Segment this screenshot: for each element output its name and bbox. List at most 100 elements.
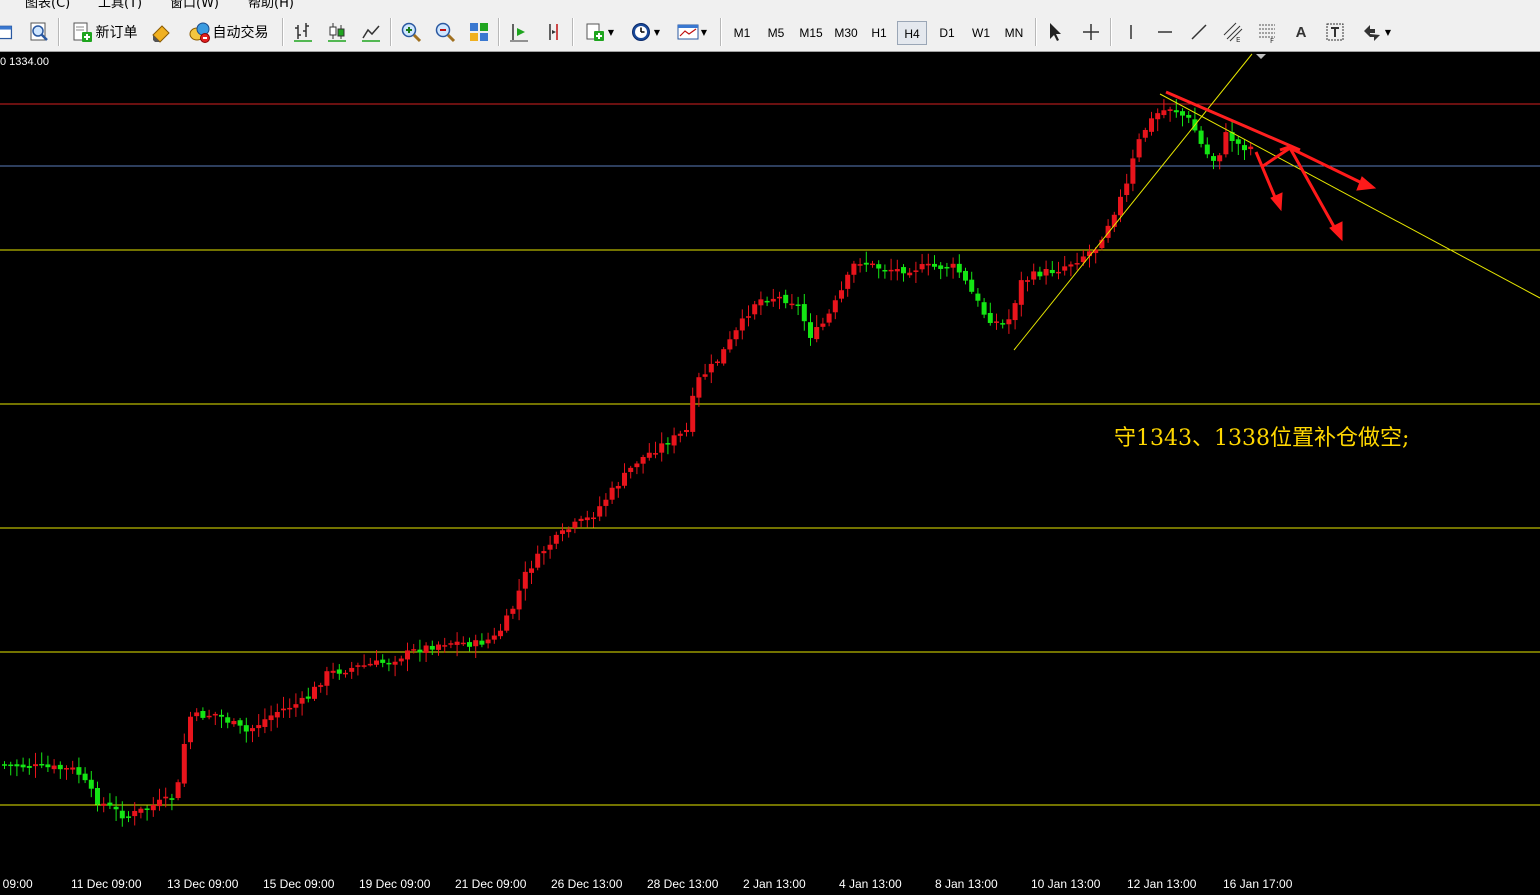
- candle-body: [795, 304, 801, 306]
- candle-body: [1025, 280, 1030, 282]
- candle-body: [454, 641, 460, 645]
- candle-body: [603, 499, 609, 506]
- candle-body: [113, 806, 119, 810]
- chart-shift-button[interactable]: [540, 18, 566, 46]
- candle-body: [690, 395, 696, 432]
- candle-body: [1235, 139, 1241, 144]
- profiles-button[interactable]: [0, 18, 18, 46]
- candle-body: [956, 263, 962, 273]
- periods-button[interactable]: ▼: [626, 18, 664, 46]
- candlestick-button[interactable]: [324, 18, 350, 46]
- candle-body: [1155, 113, 1161, 120]
- candle-body: [820, 323, 826, 327]
- candle-body: [1167, 109, 1173, 111]
- vertical-line-button[interactable]: [1118, 18, 1144, 46]
- line-chart-button[interactable]: [358, 18, 384, 46]
- candle-body: [653, 453, 658, 455]
- candle-body: [460, 642, 466, 645]
- downtrend-channel-line[interactable]: [1159, 93, 1540, 299]
- timeframe-m5[interactable]: M5: [761, 21, 791, 45]
- resistance-trendline[interactable]: [1165, 90, 1301, 152]
- chart-area[interactable]: 0 1334.00 守1343、1338位置补仓做空; 9 Dec 09:00 …: [0, 52, 1540, 895]
- equidistant-channel-button[interactable]: E: [1220, 18, 1246, 46]
- tile-windows-button[interactable]: [466, 18, 492, 46]
- candle-body: [442, 645, 448, 647]
- trade-annotation[interactable]: 守1343、1338位置补仓做空;: [1114, 420, 1409, 452]
- candle-body: [1043, 269, 1049, 276]
- candle-body: [1031, 271, 1037, 280]
- candle-body: [367, 663, 373, 666]
- candle-body: [969, 279, 975, 292]
- toolbar: 新订单 自动交易 ▼ ▼ ▼ M1 M5 M15 M30 H1 H4 D1 W1…: [0, 10, 1540, 52]
- menu-tools[interactable]: 工具(T): [98, 0, 142, 10]
- candle-body: [355, 665, 361, 667]
- new-order-icon: [73, 22, 92, 42]
- chart-shift-marker[interactable]: [1256, 54, 1266, 59]
- candle-body: [882, 269, 888, 272]
- auto-scroll-icon: [510, 24, 528, 42]
- auto-scroll-button[interactable]: [506, 18, 532, 46]
- auto-trade-button[interactable]: 自动交易: [182, 18, 274, 46]
- candle-body: [932, 263, 937, 267]
- clock-icon: [631, 23, 650, 41]
- cursor-arrow-icon: [1050, 23, 1061, 41]
- bar-chart-button[interactable]: [290, 18, 316, 46]
- x-axis-label: 26 Dec 13:00: [551, 877, 623, 891]
- candle-body: [907, 272, 913, 276]
- menu-help[interactable]: 帮助(H): [248, 0, 294, 10]
- metaeditor-button[interactable]: [148, 18, 174, 46]
- trendline-button[interactable]: [1186, 18, 1212, 46]
- candle-body: [578, 518, 584, 521]
- candle-body: [1242, 145, 1247, 151]
- horizontal-line-button[interactable]: [1152, 18, 1178, 46]
- candle-body: [262, 719, 268, 727]
- candle-body: [349, 667, 355, 672]
- uptrend-line[interactable]: [1013, 53, 1253, 351]
- text-label-button[interactable]: [1322, 18, 1348, 46]
- zoom-out-button[interactable]: [432, 18, 458, 46]
- candle-body: [163, 796, 169, 799]
- print-preview-button[interactable]: [26, 18, 52, 46]
- candle-body: [8, 764, 14, 767]
- timeframe-m15[interactable]: M15: [795, 21, 827, 45]
- text-tool-button[interactable]: A: [1288, 18, 1314, 46]
- candle-body: [609, 487, 615, 500]
- price-chart[interactable]: [0, 52, 1540, 895]
- candle-body: [1223, 132, 1229, 155]
- timeframe-h1[interactable]: H1: [864, 21, 894, 45]
- new-order-button[interactable]: 新订单: [66, 18, 142, 46]
- zoom-in-button[interactable]: [398, 18, 424, 46]
- timeframe-m1[interactable]: M1: [727, 21, 757, 45]
- candle-body: [343, 672, 348, 675]
- timeframe-mn[interactable]: MN: [999, 21, 1029, 45]
- arrows-button[interactable]: ▼: [1356, 18, 1396, 46]
- candle-body: [33, 764, 38, 767]
- fibonacci-button[interactable]: F: [1254, 18, 1280, 46]
- timeframe-w1[interactable]: W1: [966, 21, 996, 45]
- candle-body: [188, 716, 193, 743]
- menu-chart[interactable]: 图表(C): [25, 0, 70, 10]
- crosshair-button[interactable]: [1078, 18, 1104, 46]
- candle-body: [70, 767, 76, 770]
- cursor-button[interactable]: [1042, 18, 1068, 46]
- timeframe-m30[interactable]: M30: [830, 21, 862, 45]
- candle-body: [57, 764, 63, 770]
- menu-window[interactable]: 窗口(W): [170, 0, 219, 10]
- timeframe-h4[interactable]: H4: [897, 21, 927, 45]
- chart-shift-icon: [549, 24, 558, 40]
- candle-body: [243, 725, 249, 732]
- timeframe-d1[interactable]: D1: [932, 21, 962, 45]
- candle-body: [566, 529, 572, 533]
- indicators-button[interactable]: ▼: [580, 18, 618, 46]
- x-axis-label: 8 Jan 13:00: [935, 877, 998, 891]
- candle-body: [1074, 263, 1080, 265]
- candle-body: [963, 270, 968, 281]
- templates-button[interactable]: ▼: [672, 18, 712, 46]
- candle-body: [274, 711, 280, 718]
- candle-body: [522, 571, 528, 589]
- candle-body: [925, 263, 931, 266]
- candle-body: [975, 293, 981, 301]
- candle-body: [535, 553, 541, 568]
- candle-body: [467, 642, 472, 647]
- candle-body: [913, 270, 919, 272]
